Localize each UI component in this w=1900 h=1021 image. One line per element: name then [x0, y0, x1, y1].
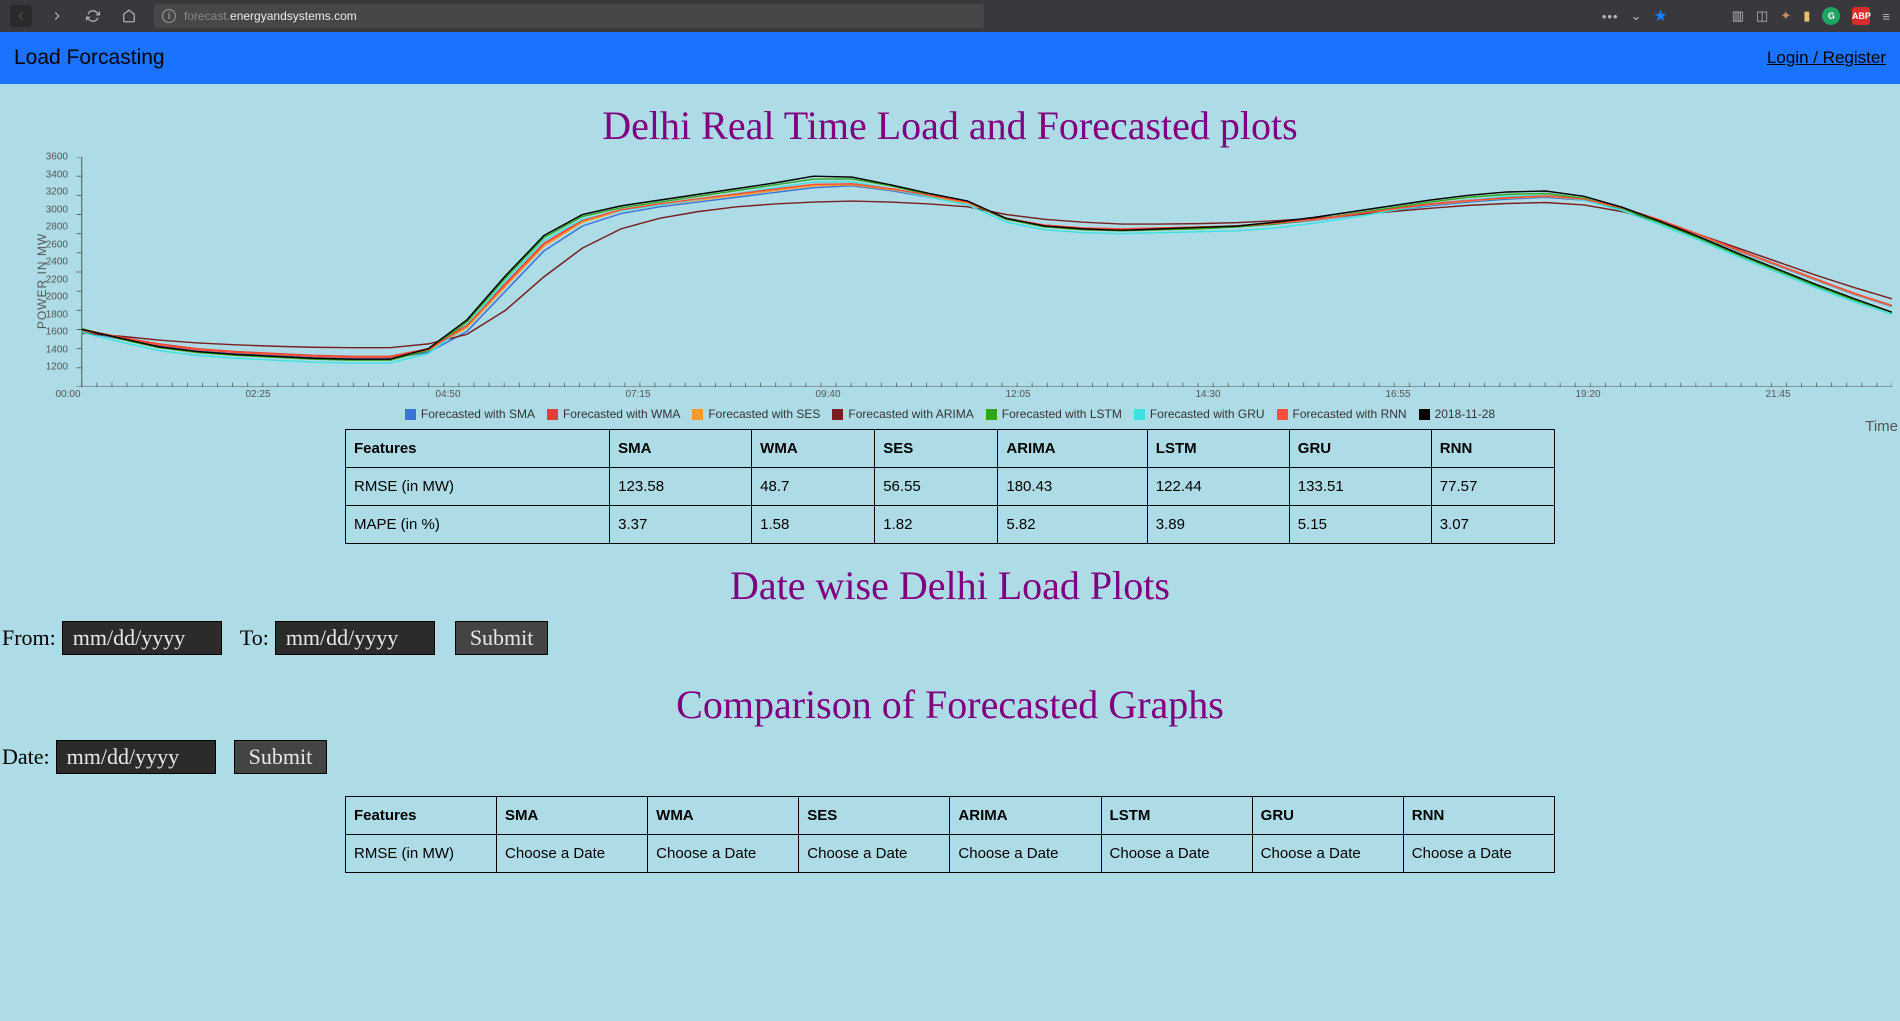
date-label: Date: — [2, 744, 50, 770]
sidebar-icon[interactable]: ◫ — [1756, 8, 1768, 24]
reload-button[interactable] — [82, 5, 104, 27]
forward-button[interactable] — [46, 5, 68, 27]
topbar: Load Forcasting Login / Register — [0, 32, 1900, 84]
browser-chrome: i forecast.energyandsystems.com ••• ⌄ ★ … — [0, 0, 1900, 32]
compare-table: FeaturesSMAWMASESARIMALSTMGRURNNRMSE (in… — [345, 796, 1555, 873]
table-header: GRU — [1289, 430, 1431, 468]
home-button[interactable] — [118, 5, 140, 27]
table-header: RNN — [1431, 430, 1554, 468]
extension-icon[interactable]: ▮ — [1803, 8, 1810, 24]
table-header: LSTM — [1147, 430, 1289, 468]
table-header: LSTM — [1101, 797, 1252, 835]
to-date-input[interactable]: mm/dd/yyyy — [275, 621, 435, 655]
login-register-link[interactable]: Login / Register — [1767, 48, 1886, 68]
date-range-form: From: mm/dd/yyyy To: mm/dd/yyyy Submit — [0, 617, 1900, 663]
table-header: Features — [346, 797, 497, 835]
table-header: SES — [875, 430, 998, 468]
table-row: RMSE (in MW)Choose a DateChoose a DateCh… — [346, 835, 1555, 873]
table-header: ARIMA — [998, 430, 1147, 468]
metrics-table: FeaturesSMAWMASESARIMALSTMGRURNNRMSE (in… — [345, 429, 1555, 544]
abp-icon[interactable]: ABP — [1852, 7, 1870, 25]
chart-legend: Forecasted with SMAForecasted with WMAFo… — [0, 407, 1900, 421]
table-header: WMA — [648, 797, 799, 835]
more-icon[interactable]: ••• — [1602, 9, 1619, 24]
grammarly-icon[interactable]: G — [1822, 7, 1840, 25]
table-header: Features — [346, 430, 610, 468]
single-date-form: Date: mm/dd/yyyy Submit — [0, 736, 1900, 782]
page-title: Delhi Real Time Load and Forecasted plot… — [0, 102, 1900, 149]
x-axis-label: Time — [1865, 418, 1898, 435]
table-header: SES — [799, 797, 950, 835]
submit-range-button[interactable]: Submit — [455, 621, 549, 655]
table-header: WMA — [752, 430, 875, 468]
submit-date-button[interactable]: Submit — [234, 740, 328, 774]
compare-date-input[interactable]: mm/dd/yyyy — [56, 740, 216, 774]
section-title-datewise: Date wise Delhi Load Plots — [0, 562, 1900, 609]
bookmark-star-icon[interactable]: ★ — [1653, 6, 1667, 26]
url-bar[interactable]: i forecast.energyandsystems.com — [154, 4, 984, 28]
table-header: GRU — [1252, 797, 1403, 835]
from-date-input[interactable]: mm/dd/yyyy — [62, 621, 222, 655]
library-icon[interactable]: ▥ — [1732, 8, 1744, 24]
to-label: To: — [240, 625, 269, 651]
table-row: MAPE (in %)3.371.581.825.823.895.153.07 — [346, 506, 1555, 544]
load-chart — [36, 157, 1892, 387]
back-button[interactable] — [10, 5, 32, 27]
table-header: SMA — [610, 430, 752, 468]
info-icon: i — [162, 9, 176, 23]
chart-container: POWER IN MW 1200140016001800200022002400… — [0, 157, 1900, 405]
table-row: RMSE (in MW)123.5848.756.55180.43122.441… — [346, 468, 1555, 506]
extension-icon[interactable]: ✦ — [1780, 8, 1791, 24]
table-header: RNN — [1403, 797, 1554, 835]
brand-title: Load Forcasting — [14, 46, 165, 70]
from-label: From: — [2, 625, 56, 651]
section-title-compare: Comparison of Forecasted Graphs — [0, 681, 1900, 728]
table-header: SMA — [497, 797, 648, 835]
menu-icon[interactable]: ≡ — [1882, 9, 1890, 24]
pocket-icon[interactable]: ⌄ — [1631, 8, 1642, 24]
url-text: forecast.energyandsystems.com — [184, 9, 357, 23]
table-header: ARIMA — [950, 797, 1101, 835]
